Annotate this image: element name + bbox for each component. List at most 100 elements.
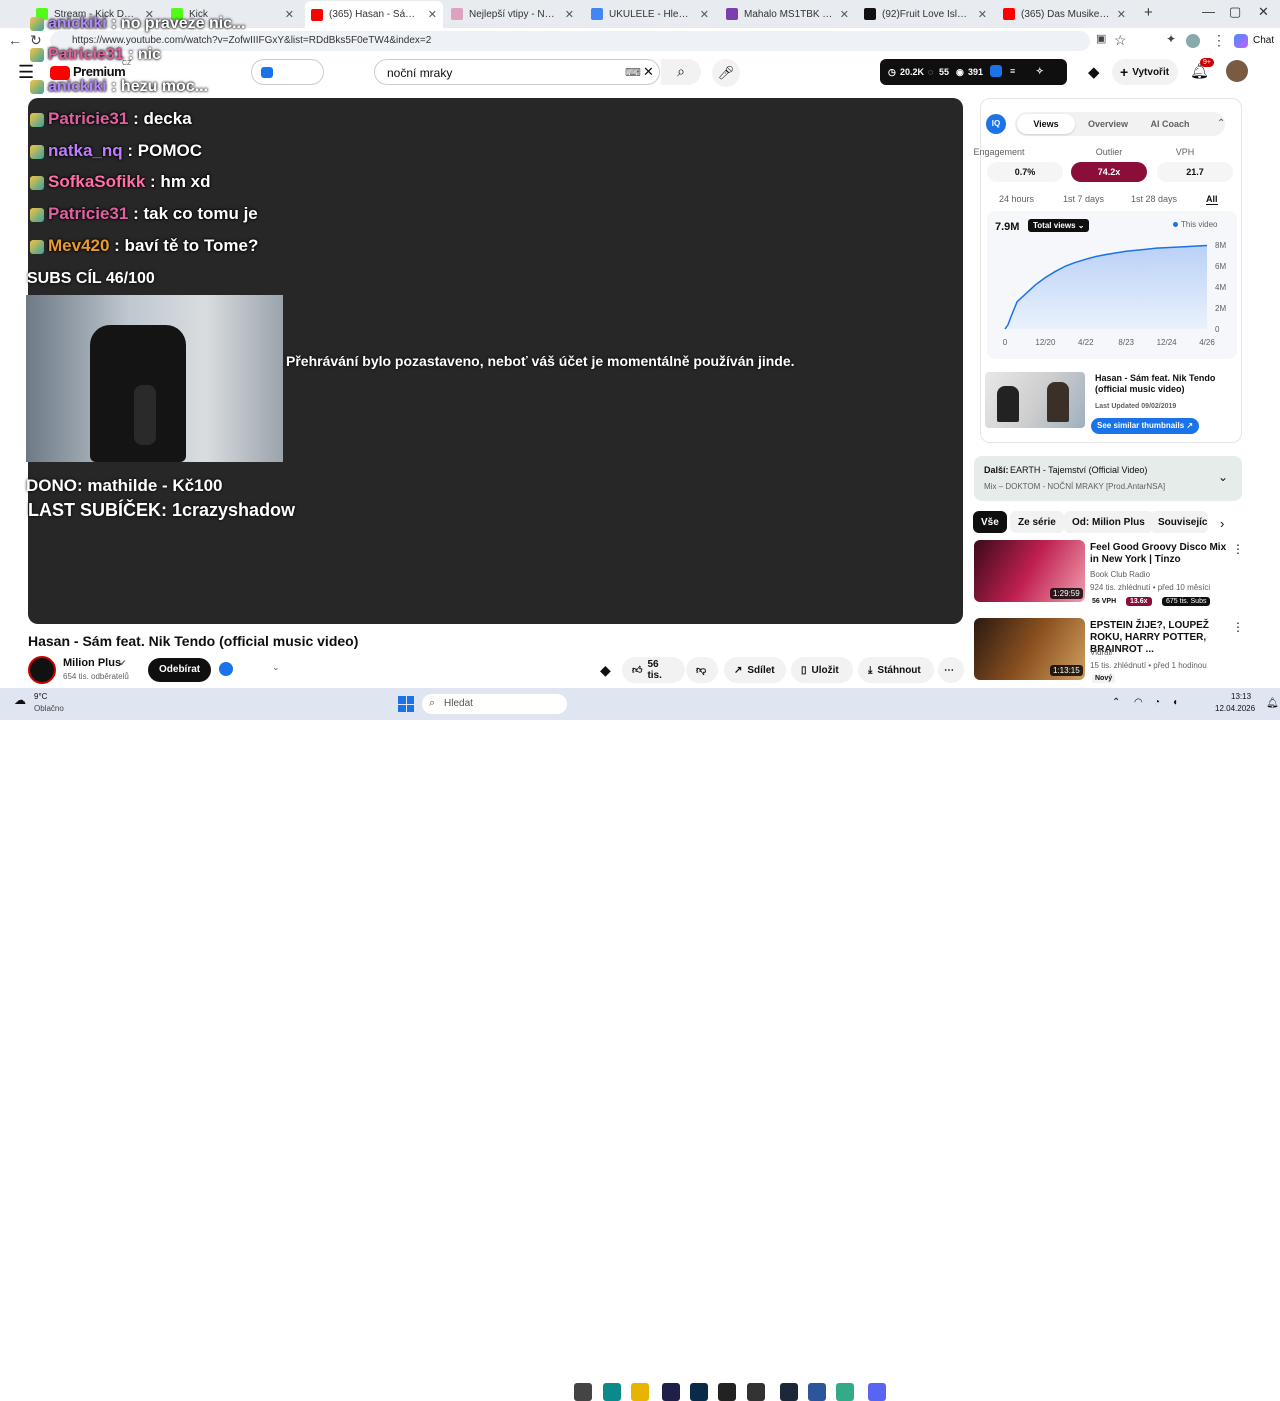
weather-icon[interactable]: ☁ [14,693,26,707]
like-button[interactable]: 👍︎ 56 tis. [622,657,685,683]
filter-chip-3[interactable]: Od: Milion Plus [1064,511,1153,533]
browser-tab-4[interactable]: Nejlepší vtipy - NTX.cz - stav ✕ [445,3,580,25]
vidiq-channel-icon[interactable] [219,662,233,676]
chat-message-1: : no praveze nic... [111,15,246,32]
network-icon[interactable]: ◠ [1134,697,1143,708]
rec-channel-2: Vidrail [1090,648,1113,657]
chat-username-3: anickiki [48,78,107,95]
steam-icon[interactable] [780,1383,798,1401]
panel-tab-overview[interactable]: Overview [1079,114,1137,134]
tray-chevron-icon[interactable]: ⌃ [1112,697,1120,708]
capcut-icon[interactable] [718,1383,736,1401]
tab-close-icon-3[interactable]: ✕ [428,8,437,21]
star-icon[interactable]: ☆ [1114,32,1127,49]
more-actions-button[interactable]: ⋯ [938,657,964,683]
panel-tab-views[interactable]: Views [1017,114,1075,134]
microphone-icon[interactable]: 🎤︎ [712,59,740,87]
chat-icon[interactable] [1234,34,1248,48]
collapse-icon[interactable]: ⌃ [1217,118,1225,129]
maximize-icon[interactable]: ▢ [1229,4,1241,20]
rec-item-1[interactable]: 1:29:59 Feel Good Groovy Disco Mix in Ne… [974,540,1244,606]
rec-menu-icon-1[interactable]: ⋮ [1232,542,1244,556]
subscribe-button[interactable]: Odebírat [148,658,212,682]
account-avatar[interactable] [1226,60,1248,82]
share-button[interactable]: ↗ Sdílet [724,657,786,683]
new-tab-icon[interactable]: + [1144,4,1153,21]
filter-chip-4[interactable]: Souvisejíc [1150,511,1208,533]
browser-tab-3[interactable]: (365) Hasan - Sám feat. Nik ✕ [305,1,443,28]
windows-start-icon[interactable] [398,696,414,712]
vidiq-action-icon[interactable]: ◆ [600,662,611,679]
tab-close-icon-2[interactable]: ✕ [285,8,294,21]
discord-icon[interactable] [868,1383,886,1401]
vidiq-toggle[interactable] [251,59,324,85]
browser-tab-6[interactable]: Mahalo MS1TBK Transparent ✕ [720,3,855,25]
extensions-icon[interactable]: ✦ [1166,32,1176,46]
translate-icon[interactable]: ▣ [1096,32,1106,45]
browser-tab-8[interactable]: (365) Das Musikers - Papír m ✕ [997,3,1132,25]
notepad-icon[interactable] [836,1383,854,1401]
rec-menu-icon-2[interactable]: ⋮ [1232,620,1244,634]
clear-icon[interactable]: ✕ [643,64,654,80]
tab-close-icon-8[interactable]: ✕ [1117,8,1126,21]
rec-item-2[interactable]: 1:13:15 EPSTEIN ŽIJE?, LOUPEŽ ROKU, HARR… [974,618,1244,683]
tab-close-icon-4[interactable]: ✕ [565,8,574,21]
dislike-button[interactable]: 👎︎ [686,657,718,683]
list-icon[interactable]: ≡ [1010,66,1015,76]
menu-dots-icon[interactable]: ⋮ [1212,32,1226,49]
profile-avatar[interactable] [1186,34,1200,48]
photoshop-icon[interactable] [690,1383,708,1401]
url-bar[interactable]: https://www.youtube.com/watch?v=ZofwIIIF… [50,31,1090,51]
rec-outlier-1: 13.6x [1126,597,1152,606]
filter-chip-2[interactable]: Ze série [1010,511,1064,533]
tab-close-icon-6[interactable]: ✕ [840,8,849,21]
rec-meta-2: 15 tis. zhlédnutí • před 1 hodinou [1090,661,1207,670]
channel-name[interactable]: Milion Plus [63,657,121,669]
similar-thumbnails-button[interactable]: See similar thumbnails ↗ [1091,418,1200,434]
panel-tab-ai-coach[interactable]: AI Coach [1141,114,1199,134]
premium-logo[interactable]: Premium [73,64,126,79]
browser-tab-7[interactable]: (92)Fruit Love Island: All Epi ✕ [858,3,993,25]
tab-close-icon-7[interactable]: ✕ [978,8,987,21]
video-thumbnail[interactable] [985,372,1085,428]
chat-label[interactable]: Chat [1253,35,1274,46]
taskbar-search[interactable]: ⌕ Hledat [422,694,567,714]
browser-tab-5[interactable]: UKULELE - Hledat Googlem ✕ [585,3,715,25]
search-button[interactable]: ⌕ [661,59,701,85]
range-tab-4[interactable]: All [1206,194,1218,205]
close-window-icon[interactable]: ✕ [1258,4,1269,20]
notification-icon[interactable]: 🔔︎ [1266,698,1279,709]
vidiq-stat-icon[interactable] [990,65,1002,77]
file-explorer-icon[interactable] [631,1383,649,1401]
chat-message-2: : nic [128,46,161,63]
download-button[interactable]: ⤓ Stáhnout [858,657,934,683]
back-icon[interactable]: ← [8,32,22,48]
next-up-card[interactable]: Další: EARTH - Tajemství (Official Video… [974,456,1242,501]
keyboard-icon[interactable]: ⌨ [625,66,641,79]
tab-close-icon-5[interactable]: ✕ [700,8,709,21]
range-tab-2[interactable]: 1st 7 days [1063,194,1104,204]
playback-paused-message: Přehrávání bylo pozastaveno, neboť váš ú… [286,353,795,369]
sparkle-icon[interactable]: ✧ [1036,66,1044,77]
create-button[interactable]: + Vytvořit [1112,59,1178,85]
sub-goal: SUBS CÍL 46/100 [27,270,155,287]
filter-chip-1[interactable]: Vše [973,511,1007,533]
edge-icon[interactable] [603,1383,621,1401]
wifi-icon[interactable]: ◔ [1154,697,1160,708]
search-input[interactable]: noční mraky ⌨ ✕ [374,59,660,85]
range-tab-3[interactable]: 1st 28 days [1131,194,1177,204]
minimize-icon[interactable]: — [1202,4,1215,19]
chips-next-icon[interactable]: › [1220,516,1224,531]
save-button[interactable]: ▯ Uložit [791,657,853,683]
taskbar-search-placeholder: Hledat [444,698,473,709]
word-icon[interactable] [808,1383,826,1401]
expand-chevron-icon[interactable]: ⌄ [1218,470,1228,484]
volume-icon[interactable]: ◖ [1172,697,1178,708]
task-view-icon[interactable] [574,1383,592,1401]
obs-icon[interactable] [747,1383,765,1401]
chevron-down-icon[interactable]: ⌄ [272,662,280,673]
premiere-icon[interactable] [662,1383,680,1401]
range-tab-1[interactable]: 24 hours [999,194,1034,204]
vidiq-extension-icon[interactable]: ◆ [1088,63,1100,81]
channel-avatar[interactable] [28,656,56,684]
